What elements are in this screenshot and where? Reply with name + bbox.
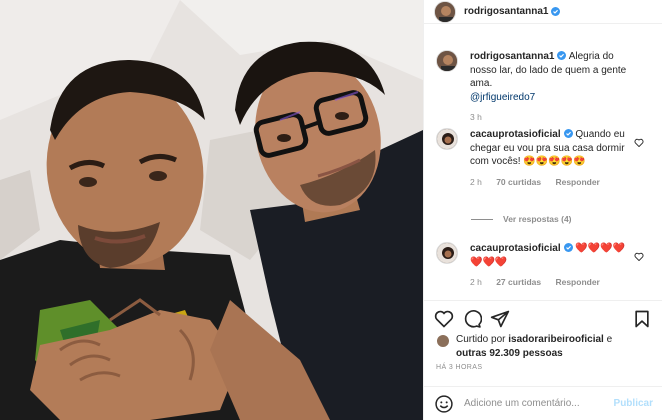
- comment-likes[interactable]: 27 curtidas: [496, 277, 541, 287]
- caption-text: rodrigosantanna1 Alegria do nosso lar, d…: [470, 50, 630, 125]
- verified-badge-icon: [563, 129, 573, 138]
- verified-badge-icon: [551, 7, 561, 16]
- author-username[interactable]: rodrigosantanna1: [464, 6, 548, 17]
- liked-prefix: Curtido por: [456, 334, 509, 345]
- post-timestamp[interactable]: HÁ 3 HORAS: [436, 364, 482, 371]
- liker-username[interactable]: isadoraribeirooficial: [508, 334, 604, 345]
- share-icon[interactable]: [490, 309, 510, 329]
- liked-mid: e: [603, 334, 613, 345]
- comment-text: cacauprotasioficial Quando eu chegar eu …: [470, 128, 630, 189]
- verified-badge-icon: [563, 243, 573, 252]
- bookmark-icon[interactable]: [632, 309, 652, 329]
- avatar-image: [437, 129, 457, 149]
- comment-meta: 2 h 70 curtidas Responder: [470, 176, 630, 190]
- view-replies-button[interactable]: Ver respostas (4): [471, 214, 572, 224]
- liked-by: Curtido por isadoraribeirooficial e outr…: [436, 333, 612, 360]
- caption-mention[interactable]: @jrfigueiredo7: [470, 92, 535, 103]
- commenter-avatar[interactable]: [436, 128, 458, 150]
- caption-age[interactable]: 3 h: [470, 112, 482, 122]
- publish-button[interactable]: Publicar: [614, 398, 653, 409]
- reply-button[interactable]: Responder: [555, 177, 599, 187]
- comment-icon[interactable]: [462, 309, 482, 329]
- post-side-panel: rodrigosantanna1 rodrigosantanna1 Alegri…: [423, 0, 662, 420]
- commenter-avatar[interactable]: [436, 242, 458, 264]
- liked-by-text: Curtido por isadoraribeirooficial e outr…: [456, 333, 612, 360]
- comment-item: cacauprotasioficial ❤️❤️❤️❤️❤️❤️❤️ 2 h 2…: [436, 242, 658, 290]
- caption: rodrigosantanna1 Alegria do nosso lar, d…: [436, 50, 658, 125]
- comment-item: cacauprotasioficial Quando eu chegar eu …: [436, 128, 658, 189]
- post-header: rodrigosantanna1: [424, 0, 662, 24]
- post-photo[interactable]: [0, 0, 423, 420]
- likes-count[interactable]: outras 92.309 pessoas: [456, 348, 563, 359]
- caption-username[interactable]: rodrigosantanna1: [470, 51, 554, 62]
- replies-divider: [471, 218, 493, 220]
- comment-likes[interactable]: 70 curtidas: [496, 177, 541, 187]
- caption-avatar[interactable]: [436, 50, 458, 72]
- avatar-image: [437, 243, 457, 263]
- add-comment-bar: Publicar: [424, 386, 662, 420]
- liker-avatar[interactable]: [436, 334, 450, 348]
- reply-button[interactable]: Responder: [555, 277, 599, 287]
- emoji-icon[interactable]: [434, 394, 454, 414]
- comment-text: cacauprotasioficial ❤️❤️❤️❤️❤️❤️❤️ 2 h 2…: [470, 242, 630, 290]
- photo-illustration: [0, 0, 423, 420]
- instagram-post: rodrigosantanna1 rodrigosantanna1 Alegri…: [0, 0, 662, 420]
- comment-meta: 2 h 27 curtidas Responder: [470, 276, 630, 290]
- comment-like-heart-icon[interactable]: [634, 252, 644, 261]
- comment-username[interactable]: cacauprotasioficial: [470, 243, 561, 254]
- heart-icon[interactable]: [434, 309, 454, 329]
- author-avatar[interactable]: [434, 0, 456, 23]
- caption-meta: 3 h: [470, 111, 630, 125]
- avatar-image: [437, 51, 457, 71]
- avatar-image: [435, 1, 455, 22]
- comment-username[interactable]: cacauprotasioficial: [470, 129, 561, 140]
- comment-like-heart-icon[interactable]: [634, 138, 644, 147]
- comment-input[interactable]: [464, 398, 604, 409]
- comment-age[interactable]: 2 h: [470, 277, 482, 287]
- view-replies-label: Ver respostas (4): [503, 214, 572, 224]
- comment-age[interactable]: 2 h: [470, 177, 482, 187]
